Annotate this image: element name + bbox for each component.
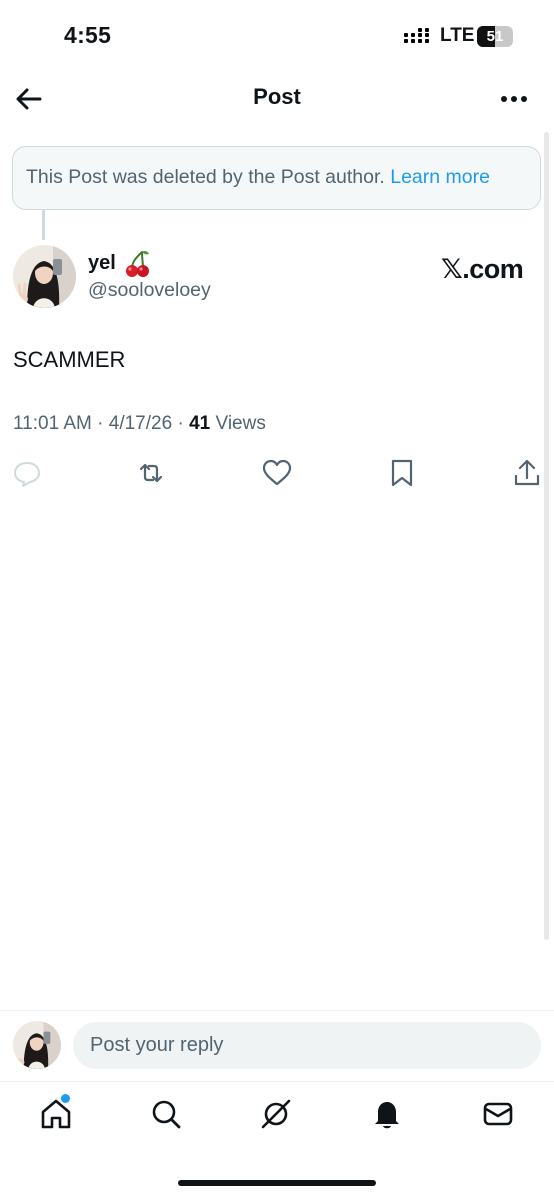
author-name[interactable]: yel (88, 252, 116, 275)
composer-divider (0, 1010, 554, 1011)
search-icon[interactable] (148, 1096, 184, 1132)
learn-more-link[interactable]: Learn more (390, 166, 490, 188)
share-icon[interactable] (511, 457, 543, 489)
bookmark-icon[interactable] (386, 457, 418, 489)
like-icon[interactable] (261, 457, 293, 489)
tab-bar-divider (0, 1081, 554, 1082)
network-type: LTE (440, 25, 475, 46)
deleted-notice-text: This Post was deleted by the Post author… (26, 166, 490, 189)
source-badge: 𝕏.com (441, 254, 524, 284)
deleted-notice-message: This Post was deleted by the Post author… (26, 166, 385, 188)
notifications-icon[interactable] (369, 1096, 405, 1132)
header: Post (0, 72, 554, 126)
repost-icon[interactable] (135, 457, 167, 489)
post-time: 11:01 AM (13, 413, 92, 434)
battery-icon: 51 (477, 26, 513, 47)
status-time: 4:55 (64, 22, 112, 48)
more-options-icon[interactable] (496, 82, 532, 116)
post-date: 4/17/26 (108, 413, 173, 434)
scrollbar[interactable] (544, 132, 549, 940)
home-indicator[interactable] (178, 1180, 376, 1186)
view-count: 41 (189, 413, 211, 434)
status-bar: 4:55 LTE 51 (0, 0, 554, 70)
views-label: Views (215, 413, 266, 434)
post-text: SCAMMER (13, 347, 126, 372)
signal-icon (404, 28, 429, 43)
home-notification-dot (61, 1094, 70, 1103)
reply-input[interactable] (73, 1022, 541, 1069)
deleted-post-notice: This Post was deleted by the Post author… (12, 146, 541, 210)
author-avatar[interactable] (13, 245, 76, 308)
thread-connector-line (42, 210, 45, 240)
messages-icon[interactable] (480, 1096, 516, 1132)
reply-icon[interactable] (11, 457, 43, 489)
author-handle[interactable]: @sooloveloey (88, 279, 211, 302)
page-title: Post (253, 84, 301, 109)
post-meta: 11:01 AM · 4/17/26 · 41 Views (13, 413, 266, 434)
cherries-emoji-icon (126, 250, 149, 277)
reply-avatar (13, 1021, 61, 1069)
battery-level: 51 (486, 28, 504, 45)
grok-icon[interactable] (258, 1096, 294, 1132)
